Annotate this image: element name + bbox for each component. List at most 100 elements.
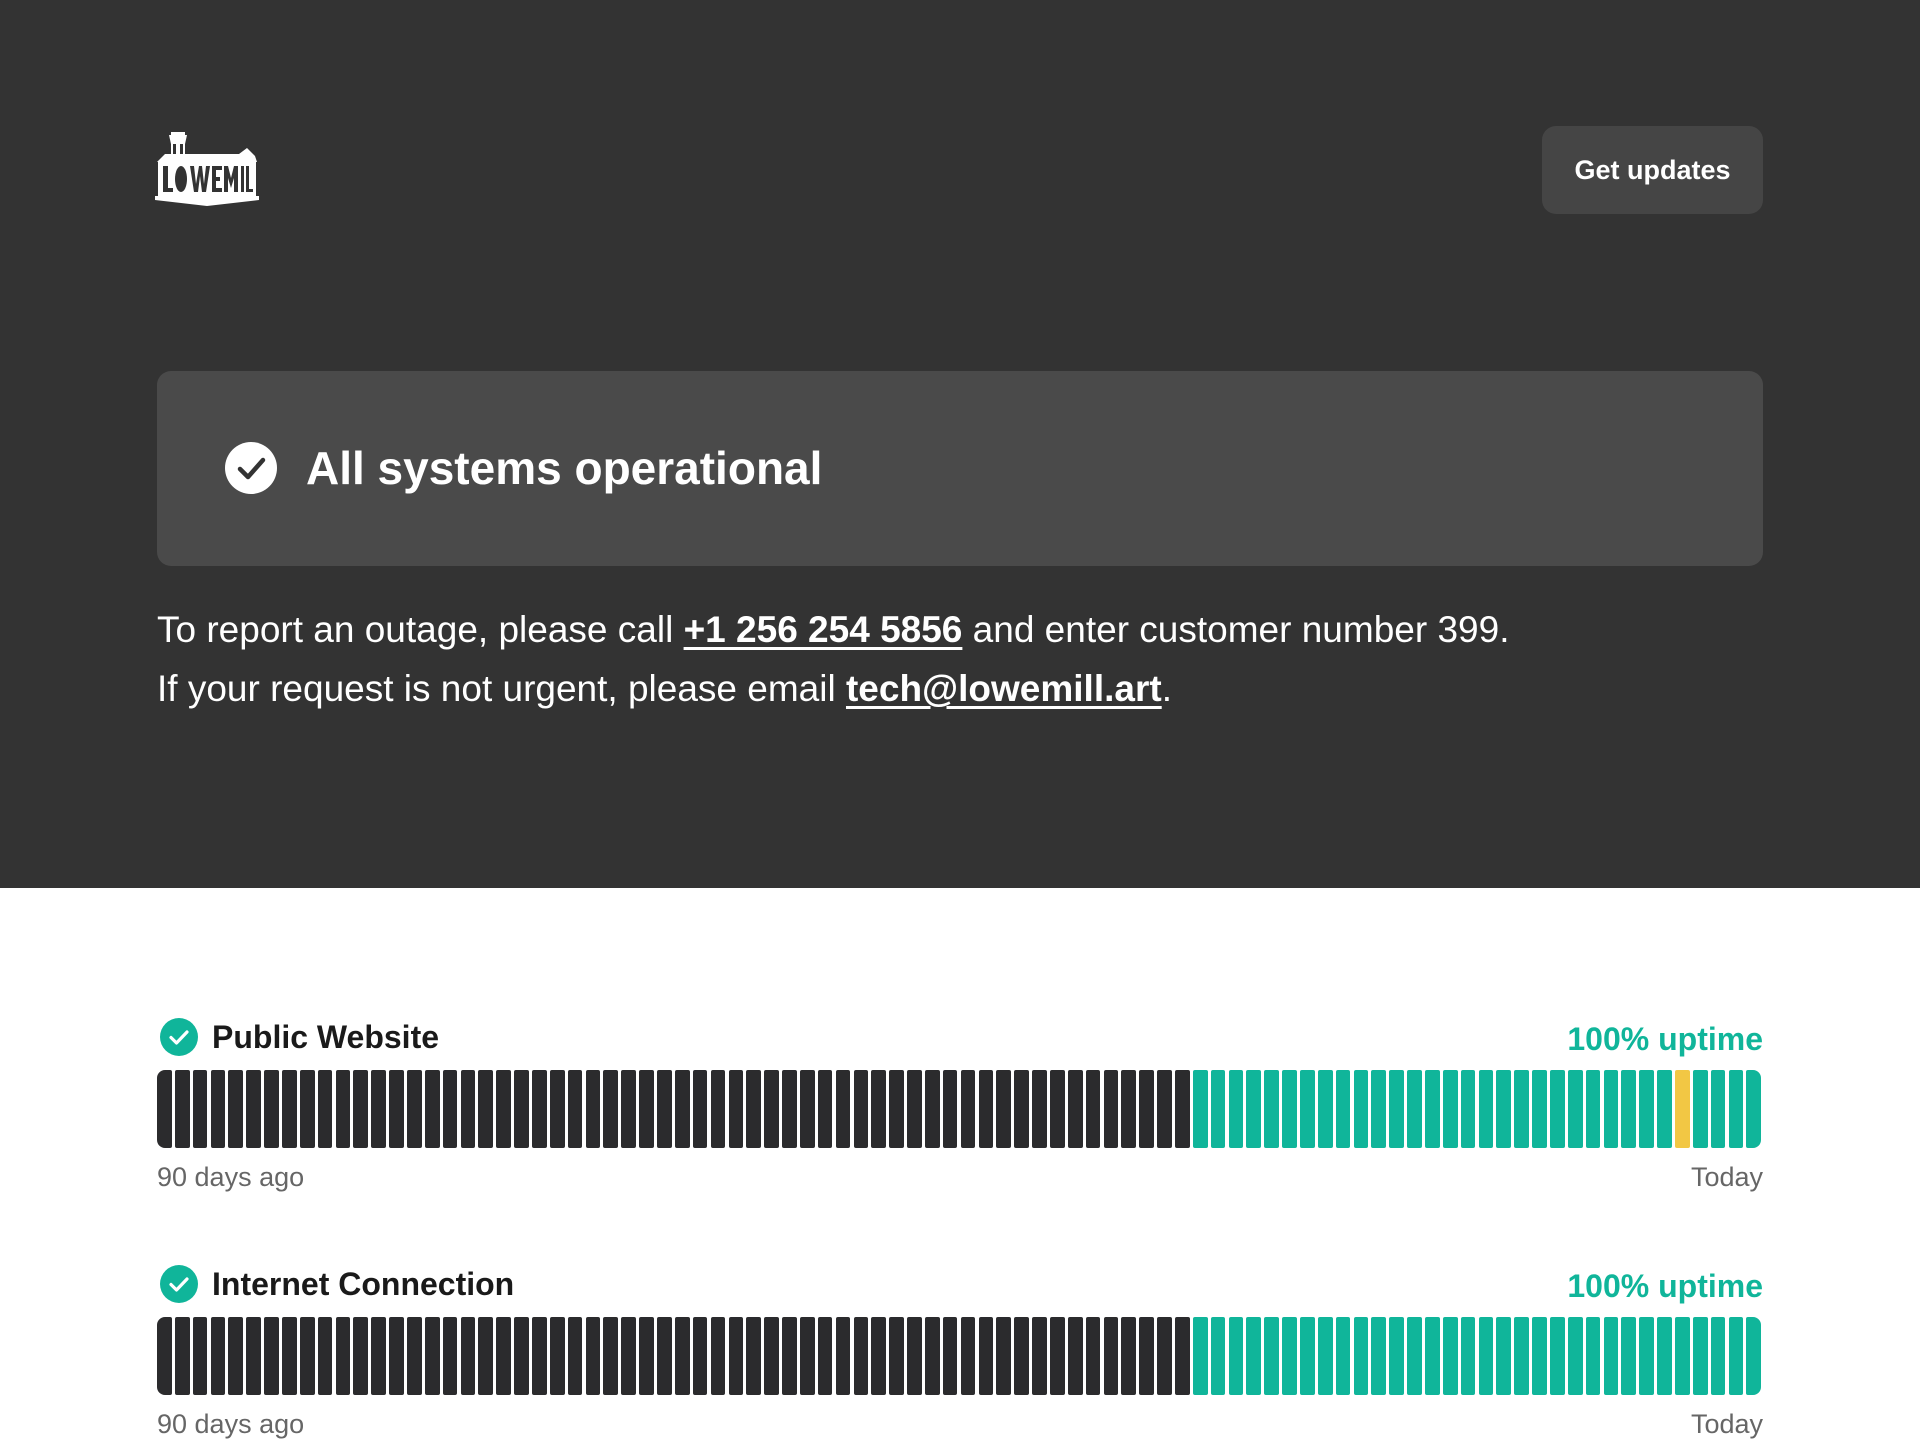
uptime-day-operational[interactable] — [1246, 1317, 1262, 1395]
uptime-day-operational[interactable] — [1407, 1317, 1422, 1395]
uptime-day-no-data[interactable] — [1049, 1070, 1065, 1148]
uptime-day-no-data[interactable] — [907, 1317, 922, 1395]
uptime-day-no-data[interactable] — [282, 1317, 297, 1395]
uptime-day-no-data[interactable] — [799, 1070, 815, 1148]
uptime-day-no-data[interactable] — [603, 1070, 619, 1148]
uptime-day-no-data[interactable] — [657, 1317, 672, 1395]
uptime-day-no-data[interactable] — [942, 1317, 958, 1395]
uptime-day-no-data[interactable] — [460, 1317, 476, 1395]
uptime-day-operational[interactable] — [1746, 1070, 1761, 1148]
uptime-day-no-data[interactable] — [710, 1070, 726, 1148]
uptime-day-operational[interactable] — [1746, 1317, 1761, 1395]
uptime-day-degraded[interactable] — [1675, 1070, 1690, 1148]
uptime-day-no-data[interactable] — [1067, 1070, 1083, 1148]
uptime-day-operational[interactable] — [1300, 1070, 1315, 1148]
uptime-day-operational[interactable] — [1228, 1070, 1244, 1148]
uptime-day-no-data[interactable] — [978, 1317, 994, 1395]
uptime-day-no-data[interactable] — [1085, 1317, 1101, 1395]
uptime-day-no-data[interactable] — [157, 1317, 172, 1395]
uptime-day-operational[interactable] — [1460, 1317, 1476, 1395]
uptime-day-no-data[interactable] — [924, 1070, 940, 1148]
uptime-day-operational[interactable] — [1192, 1317, 1208, 1395]
uptime-day-no-data[interactable] — [817, 1070, 833, 1148]
uptime-day-operational[interactable] — [1264, 1070, 1279, 1148]
uptime-day-no-data[interactable] — [1014, 1317, 1029, 1395]
uptime-day-no-data[interactable] — [621, 1070, 637, 1148]
uptime-day-no-data[interactable] — [674, 1070, 690, 1148]
uptime-day-no-data[interactable] — [817, 1317, 833, 1395]
uptime-day-operational[interactable] — [1692, 1070, 1708, 1148]
uptime-bar[interactable] — [157, 1317, 1761, 1395]
uptime-day-no-data[interactable] — [389, 1070, 404, 1148]
uptime-day-no-data[interactable] — [371, 1070, 386, 1148]
uptime-day-no-data[interactable] — [335, 1070, 351, 1148]
uptime-day-operational[interactable] — [1550, 1317, 1565, 1395]
uptime-day-operational[interactable] — [1639, 1317, 1654, 1395]
uptime-day-operational[interactable] — [1603, 1070, 1619, 1148]
uptime-day-no-data[interactable] — [442, 1317, 458, 1395]
uptime-day-no-data[interactable] — [996, 1317, 1012, 1395]
uptime-day-no-data[interactable] — [746, 1070, 762, 1148]
uptime-day-operational[interactable] — [1675, 1317, 1690, 1395]
uptime-day-operational[interactable] — [1639, 1070, 1654, 1148]
uptime-day-no-data[interactable] — [335, 1317, 351, 1395]
uptime-day-operational[interactable] — [1407, 1070, 1422, 1148]
uptime-day-no-data[interactable] — [496, 1070, 511, 1148]
uptime-day-operational[interactable] — [1496, 1070, 1512, 1148]
uptime-day-operational[interactable] — [1300, 1317, 1315, 1395]
uptime-day-operational[interactable] — [1478, 1317, 1494, 1395]
uptime-day-no-data[interactable] — [567, 1317, 583, 1395]
uptime-day-operational[interactable] — [1228, 1317, 1244, 1395]
uptime-day-no-data[interactable] — [853, 1070, 869, 1148]
uptime-day-no-data[interactable] — [1157, 1317, 1172, 1395]
uptime-day-operational[interactable] — [1710, 1070, 1726, 1148]
uptime-day-no-data[interactable] — [1121, 1317, 1137, 1395]
uptime-day-operational[interactable] — [1460, 1070, 1476, 1148]
uptime-day-no-data[interactable] — [960, 1070, 976, 1148]
uptime-day-no-data[interactable] — [1067, 1317, 1083, 1395]
uptime-day-no-data[interactable] — [282, 1070, 297, 1148]
uptime-day-operational[interactable] — [1496, 1317, 1512, 1395]
uptime-day-operational[interactable] — [1264, 1317, 1279, 1395]
uptime-day-no-data[interactable] — [1174, 1317, 1190, 1395]
email-link[interactable]: tech@lowemill.art — [846, 668, 1162, 709]
uptime-day-no-data[interactable] — [764, 1317, 779, 1395]
uptime-day-operational[interactable] — [1425, 1070, 1440, 1148]
uptime-day-no-data[interactable] — [871, 1070, 887, 1148]
uptime-day-no-data[interactable] — [192, 1070, 208, 1148]
uptime-day-no-data[interactable] — [639, 1317, 654, 1395]
get-updates-button[interactable]: Get updates — [1542, 126, 1763, 214]
uptime-day-no-data[interactable] — [782, 1070, 797, 1148]
uptime-day-no-data[interactable] — [192, 1317, 208, 1395]
uptime-day-operational[interactable] — [1371, 1317, 1387, 1395]
uptime-day-no-data[interactable] — [549, 1317, 565, 1395]
uptime-day-no-data[interactable] — [996, 1070, 1012, 1148]
uptime-day-operational[interactable] — [1317, 1070, 1333, 1148]
uptime-day-operational[interactable] — [1550, 1070, 1565, 1148]
uptime-day-operational[interactable] — [1282, 1317, 1297, 1395]
uptime-day-operational[interactable] — [1657, 1070, 1672, 1148]
uptime-day-no-data[interactable] — [835, 1070, 851, 1148]
uptime-day-operational[interactable] — [1567, 1070, 1583, 1148]
uptime-day-no-data[interactable] — [424, 1070, 440, 1148]
uptime-day-operational[interactable] — [1389, 1070, 1404, 1148]
uptime-day-no-data[interactable] — [871, 1317, 887, 1395]
uptime-day-no-data[interactable] — [228, 1317, 244, 1395]
uptime-day-no-data[interactable] — [424, 1317, 440, 1395]
uptime-day-operational[interactable] — [1621, 1070, 1637, 1148]
uptime-day-no-data[interactable] — [924, 1317, 940, 1395]
uptime-day-no-data[interactable] — [532, 1317, 547, 1395]
uptime-day-no-data[interactable] — [567, 1070, 583, 1148]
uptime-day-operational[interactable] — [1585, 1070, 1601, 1148]
uptime-day-operational[interactable] — [1532, 1317, 1547, 1395]
uptime-day-operational[interactable] — [1728, 1070, 1744, 1148]
uptime-day-no-data[interactable] — [210, 1317, 226, 1395]
uptime-day-no-data[interactable] — [799, 1317, 815, 1395]
uptime-day-no-data[interactable] — [692, 1070, 708, 1148]
uptime-day-operational[interactable] — [1692, 1317, 1708, 1395]
uptime-day-operational[interactable] — [1246, 1070, 1262, 1148]
uptime-day-no-data[interactable] — [549, 1070, 565, 1148]
uptime-day-no-data[interactable] — [692, 1317, 708, 1395]
uptime-day-operational[interactable] — [1210, 1070, 1226, 1148]
uptime-day-no-data[interactable] — [728, 1317, 744, 1395]
